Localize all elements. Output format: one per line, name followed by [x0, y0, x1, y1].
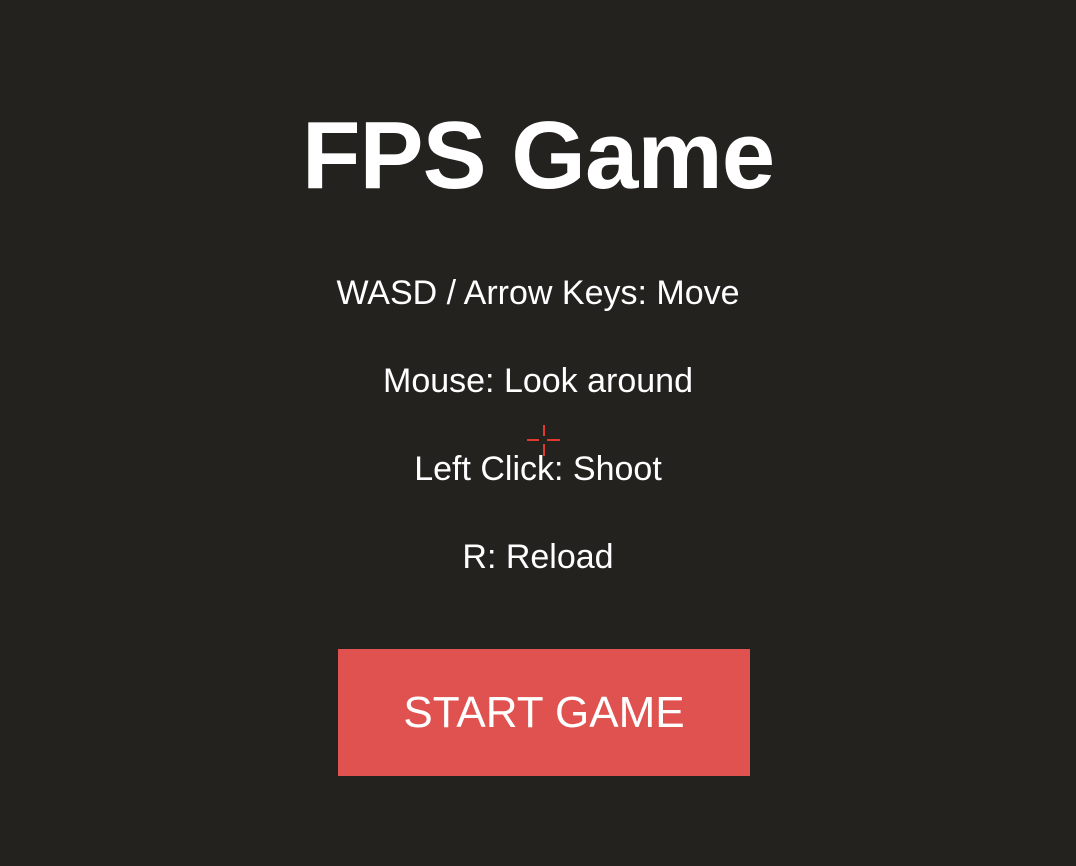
start-game-button[interactable]: START GAME: [338, 649, 750, 776]
instruction-shoot: Left Click: Shoot: [414, 450, 662, 488]
instruction-reload: R: Reload: [462, 538, 614, 576]
instruction-look: Mouse: Look around: [383, 362, 693, 400]
instruction-move: WASD / Arrow Keys: Move: [336, 274, 740, 312]
game-title: FPS Game: [301, 102, 775, 209]
start-menu-screen: FPS Game WASD / Arrow Keys: Move Mouse: …: [0, 0, 1076, 866]
